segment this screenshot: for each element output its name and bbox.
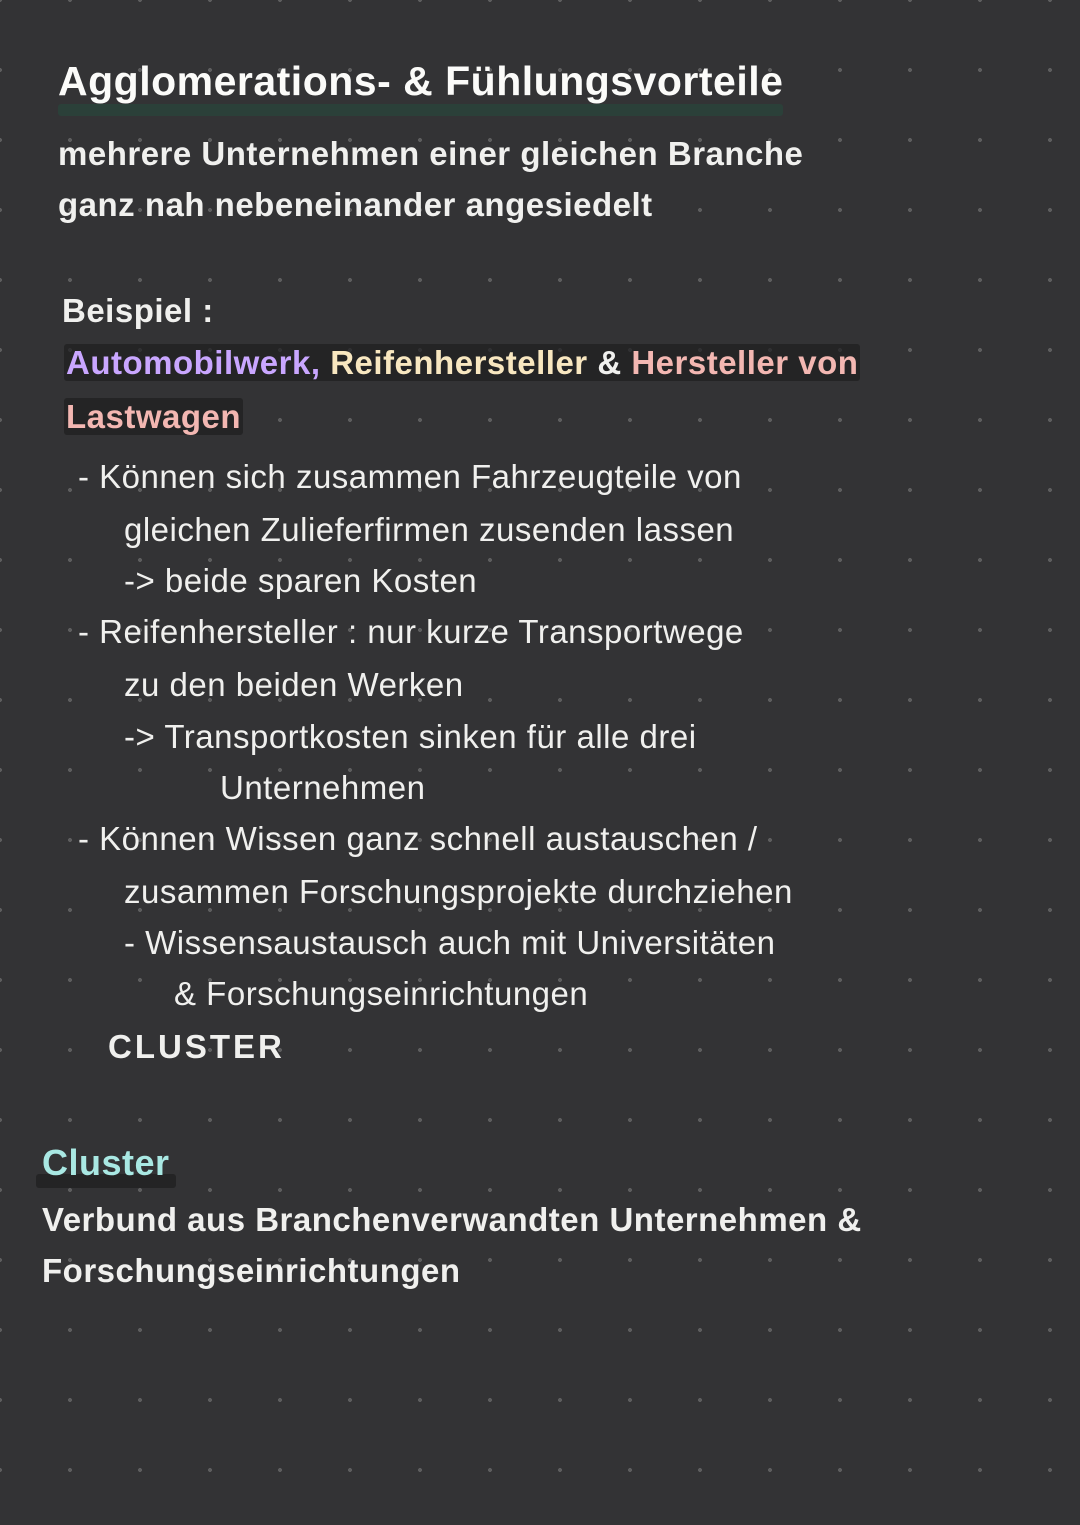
bullet-3-line-1: - Können Wissen ganz schnell austauschen… [78, 813, 1022, 864]
page-title: Agglomerations- & Fühlungsvorteile [58, 50, 783, 114]
bullet-2-line-1: - Reifenhersteller : nur kurze Transport… [78, 606, 1022, 657]
bullet-2-arrow-line-1: -> Transportkosten sinken für alle drei [78, 711, 1022, 762]
example-highlight-row1: Automobilwerk, Reifenhersteller & Herste… [64, 344, 860, 381]
cluster-section: Cluster Verbund aus Branchenverwandten U… [42, 1135, 1022, 1297]
example-part-automobilwerk: Automobilwerk, [66, 344, 321, 381]
example-part-reifenhersteller: Reifenhersteller [330, 344, 587, 381]
bullet-3-line-2: zusammen Forschungsprojekte durchziehen [78, 866, 1022, 917]
example-label: Beispiel : [62, 285, 1022, 336]
cluster-capitals: CLUSTER [108, 1021, 1022, 1072]
cluster-def-line-2: Forschungseinrichtungen [42, 1245, 1022, 1296]
example-part-lastwagen: Lastwagen [66, 398, 241, 435]
bullet-3-sub-line-2: & Forschungseinrichtungen [78, 968, 1022, 1019]
bullet-1-arrow: -> beide sparen Kosten [78, 555, 1022, 606]
cluster-definition: Verbund aus Branchenverwandten Unternehm… [42, 1194, 1022, 1296]
note-content: Agglomerations- & Fühlungsvorteile mehre… [58, 50, 1022, 1297]
subtitle: mehrere Unternehmen einer gleichen Branc… [58, 128, 1022, 230]
example-text: Automobilwerk, Reifenhersteller & Herste… [64, 336, 1022, 445]
cluster-heading: Cluster [42, 1135, 170, 1191]
ampersand: & [597, 344, 621, 381]
bullet-2-arrow-line-2: Unternehmen [78, 762, 1022, 813]
bullet-list: - Können sich zusammen Fahrzeugteile von… [78, 451, 1022, 1073]
bullet-1-line-2: gleichen Zulieferfirmen zusenden lassen [78, 504, 1022, 555]
example-part-hersteller-von: Hersteller von [631, 344, 858, 381]
subtitle-line-2: ganz nah nebeneinander angesiedelt [58, 179, 1022, 230]
bullet-2-line-2: zu den beiden Werken [78, 659, 1022, 710]
cluster-def-line-1: Verbund aus Branchenverwandten Unternehm… [42, 1194, 1022, 1245]
bullet-1-line-1: - Können sich zusammen Fahrzeugteile von [78, 451, 1022, 502]
subtitle-line-1: mehrere Unternehmen einer gleichen Branc… [58, 128, 1022, 179]
bullet-3-sub-line-1: - Wissensaustausch auch mit Universitäte… [78, 917, 1022, 968]
example-highlight-row2: Lastwagen [64, 398, 243, 435]
